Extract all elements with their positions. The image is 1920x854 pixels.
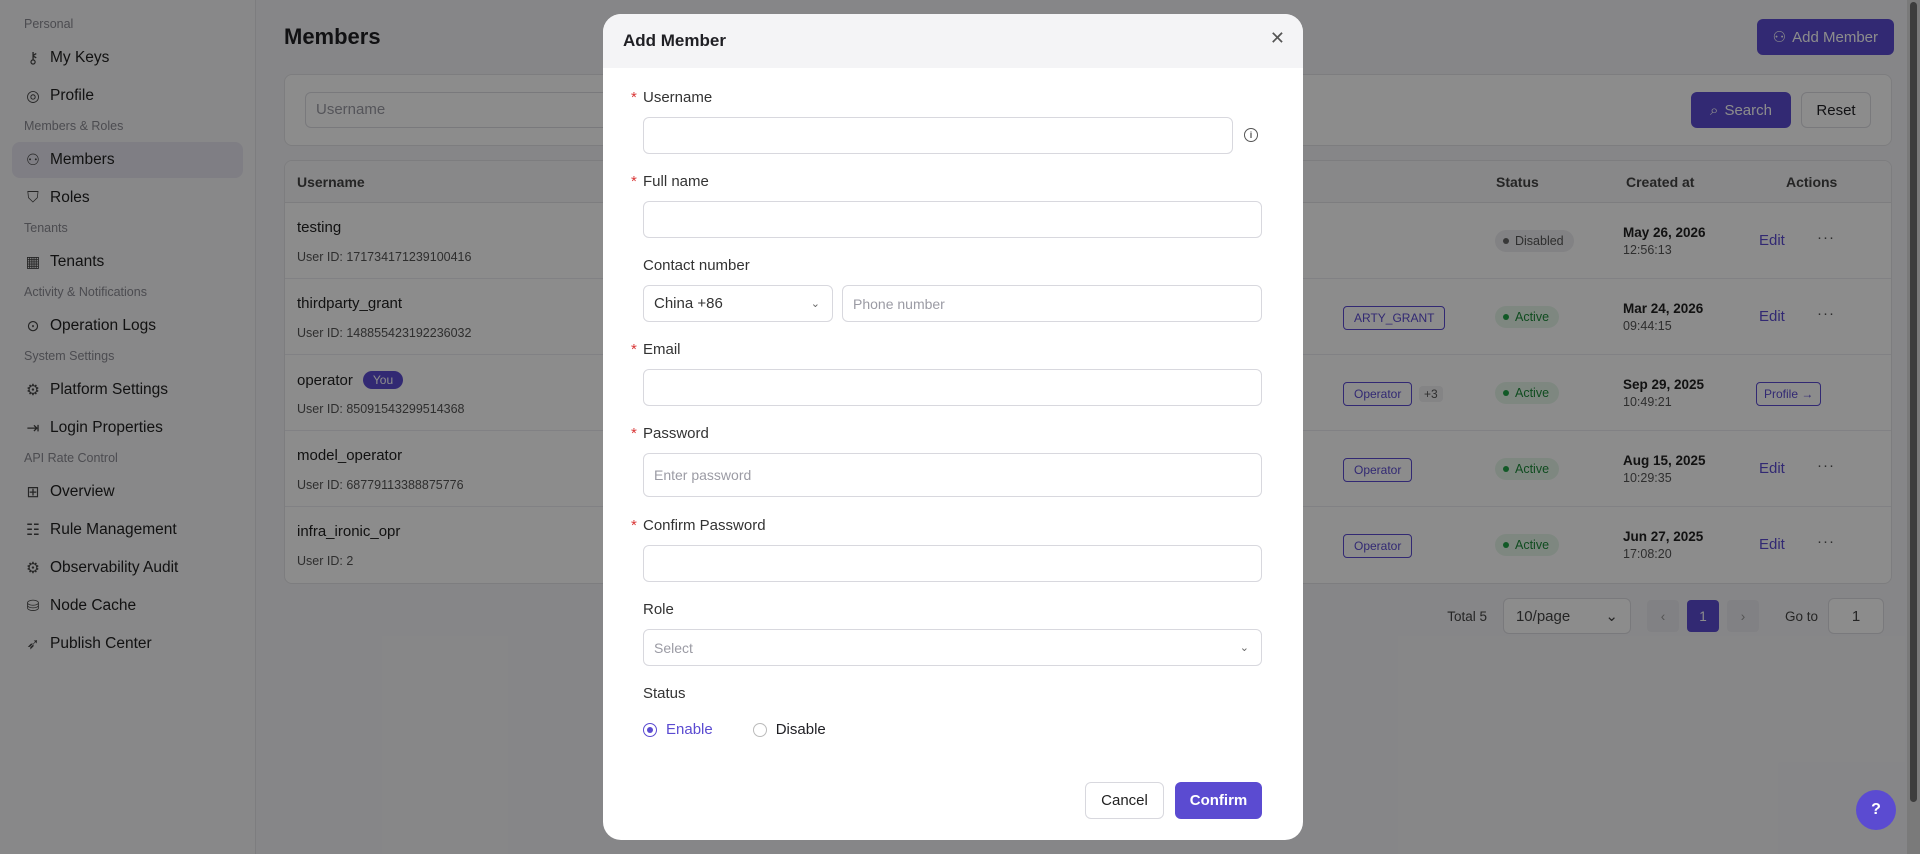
role-label: Role [643, 601, 674, 618]
password-input[interactable]: Enter password [643, 453, 1262, 497]
role-placeholder: Select [654, 639, 693, 656]
scrollbar[interactable] [1907, 0, 1920, 854]
required-mark: * [631, 517, 637, 534]
scrollbar-thumb[interactable] [1910, 2, 1917, 802]
username-input[interactable] [643, 117, 1233, 154]
status-radio-group: Enable Disable [643, 721, 826, 738]
country-code-value: China +86 [654, 295, 723, 312]
required-mark: * [631, 89, 637, 106]
dialog-header: Add Member ✕ [603, 14, 1303, 68]
chevron-down-icon: ⌄ [810, 298, 820, 310]
phone-input[interactable]: Phone number [842, 285, 1262, 322]
contact-label: Contact number [643, 257, 750, 274]
cancel-button[interactable]: Cancel [1085, 782, 1164, 819]
info-icon[interactable]: i [1244, 128, 1258, 142]
username-label-text: Username [643, 89, 713, 106]
fullname-label: * Full name [631, 173, 709, 190]
help-button[interactable]: ? [1856, 790, 1896, 830]
enable-label[interactable]: Enable [666, 721, 713, 738]
email-label: * Email [631, 341, 681, 358]
country-code-select[interactable]: China +86 ⌄ [643, 285, 833, 322]
required-mark: * [631, 341, 637, 358]
password-label: * Password [631, 425, 709, 442]
email-label-text: Email [643, 341, 681, 358]
confirm-button[interactable]: Confirm [1175, 782, 1262, 819]
password-label-text: Password [643, 425, 709, 442]
enable-radio[interactable] [643, 722, 657, 737]
disable-radio[interactable] [752, 722, 767, 737]
status-label: Status [643, 685, 686, 702]
username-label: * Username [631, 89, 713, 106]
add-member-dialog: Add Member ✕ * Username i * Full name Cont… [603, 14, 1303, 840]
required-mark: * [631, 173, 637, 190]
role-select[interactable]: Select ⌄ [643, 629, 1262, 666]
fullname-input[interactable] [643, 201, 1262, 238]
help-icon: ? [1871, 801, 1881, 818]
chevron-down-icon: ⌄ [1239, 642, 1249, 654]
confirm-password-label-text: Confirm Password [643, 517, 766, 534]
close-icon[interactable]: ✕ [1270, 28, 1285, 49]
email-input[interactable] [643, 369, 1262, 406]
confirm-password-input[interactable] [643, 545, 1262, 582]
dialog-title: Add Member [623, 31, 726, 50]
fullname-label-text: Full name [643, 173, 709, 190]
confirm-password-label: * Confirm Password [631, 517, 766, 534]
required-mark: * [631, 425, 637, 442]
disable-label[interactable]: Disable [776, 721, 826, 738]
